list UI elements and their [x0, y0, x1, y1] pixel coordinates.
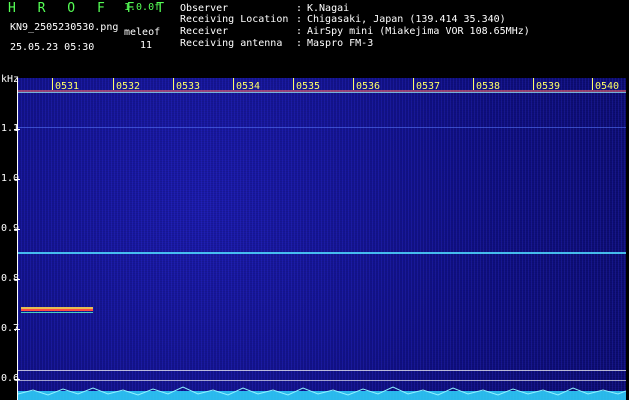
carrier-line-main	[18, 252, 626, 254]
time-tick	[113, 78, 114, 90]
meleof-value: 11	[140, 40, 153, 51]
y-tick	[14, 229, 20, 230]
info-label-receiver: Receiver	[180, 26, 229, 37]
y-tick	[14, 379, 20, 380]
time-label: 0534	[236, 81, 261, 92]
y-tick	[14, 179, 20, 180]
version-label: 1.0.0f	[124, 2, 161, 13]
spectrogram-canvas[interactable]	[18, 78, 626, 400]
top-band-line	[18, 92, 626, 93]
carrier-line	[18, 380, 626, 381]
time-tick	[173, 78, 174, 90]
datetime-label: 25.05.23 05:30	[10, 42, 95, 53]
filename-label: KN9_2505230530.png	[10, 22, 119, 33]
time-label: 0539	[536, 81, 561, 92]
time-label: 0536	[356, 81, 381, 92]
carrier-line	[18, 370, 626, 371]
y-tick	[14, 329, 20, 330]
time-tick	[592, 78, 593, 90]
time-tick	[473, 78, 474, 90]
carrier-line	[18, 127, 626, 128]
info-colon: :	[296, 3, 303, 14]
time-label: 0531	[55, 81, 80, 92]
info-colon: :	[296, 38, 303, 49]
time-label: 0535	[296, 81, 321, 92]
meteor-echo-core	[21, 309, 93, 311]
info-value-observer: K.Nagai	[307, 3, 350, 14]
time-label: 0532	[116, 81, 141, 92]
info-value-receiver: AirSpy mini (Miakejima VOR 108.65MHz)	[307, 26, 530, 37]
time-tick	[293, 78, 294, 90]
info-label-antenna: Receiving antenna	[180, 38, 283, 49]
y-tick	[14, 129, 20, 130]
info-label-observer: Observer	[180, 3, 229, 14]
info-label-location: Receiving Location	[180, 14, 289, 25]
time-tick	[413, 78, 414, 90]
meteor-echo-edge	[21, 312, 93, 313]
time-label: 0538	[476, 81, 501, 92]
time-label: 0533	[176, 81, 201, 92]
info-value-antenna: Maspro FM-3	[307, 38, 374, 49]
time-tick	[533, 78, 534, 90]
time-tick	[52, 78, 53, 90]
time-tick	[233, 78, 234, 90]
meleof-label: meleof	[124, 27, 161, 38]
info-value-location: Chigasaki, Japan (139.414 35.340)	[307, 14, 506, 25]
info-colon: :	[296, 14, 303, 25]
time-label: 0537	[416, 81, 441, 92]
header-panel: H R O F F T 1.0.0f KN9_2505230530.png me…	[0, 0, 629, 74]
info-colon: :	[296, 26, 303, 37]
time-tick	[353, 78, 354, 90]
spectrogram-overlay	[18, 90, 626, 400]
time-label: 0540	[595, 81, 620, 92]
y-axis-unit: kHz	[1, 74, 20, 85]
y-tick	[14, 279, 20, 280]
